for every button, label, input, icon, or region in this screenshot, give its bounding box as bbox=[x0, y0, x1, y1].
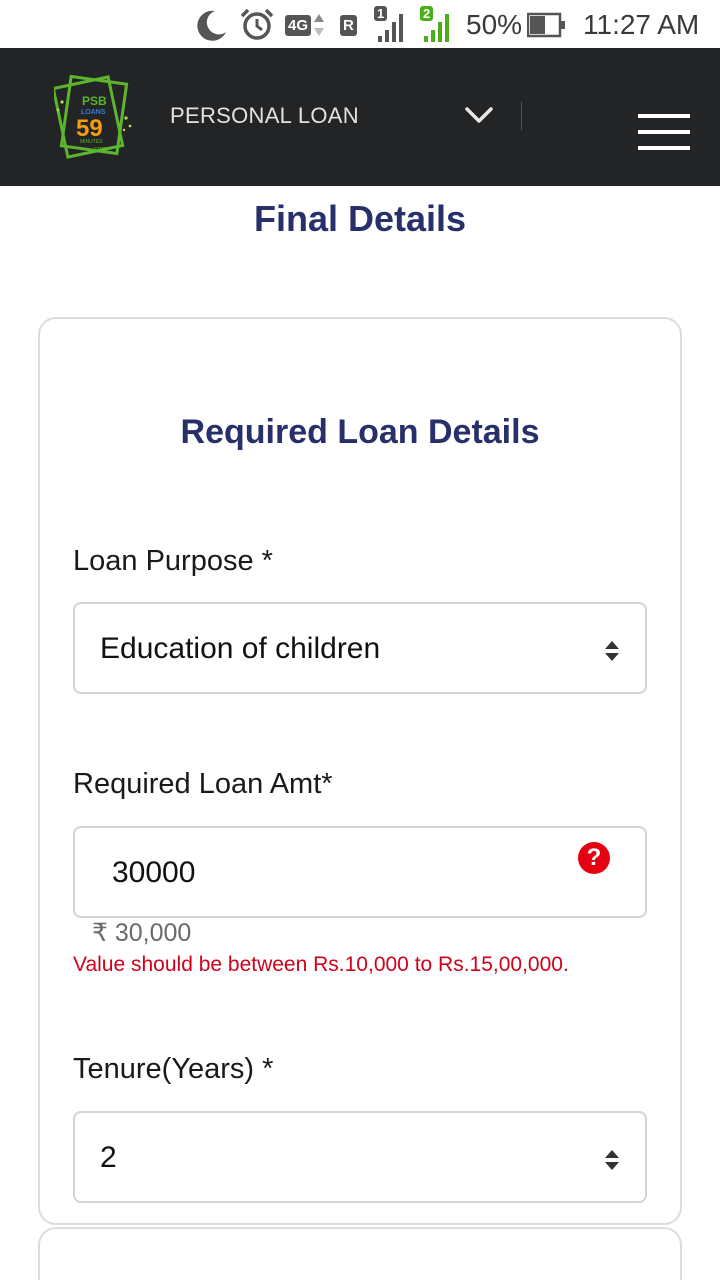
loan-amount-error: Value should be between Rs.10,000 to Rs.… bbox=[73, 953, 569, 976]
tenure-label: Tenure(Years) * bbox=[73, 1053, 274, 1085]
chevron-down-icon[interactable] bbox=[462, 102, 496, 128]
battery-percent: 50% bbox=[466, 9, 523, 40]
amount-formatted: ₹ 30,000 bbox=[92, 919, 192, 947]
loan-type-title[interactable]: PERSONAL LOAN bbox=[170, 103, 359, 129]
clock: 11:27 AM bbox=[583, 9, 700, 40]
loan-purpose-value: Education of children bbox=[100, 632, 381, 665]
psb-loans-logo[interactable]: PSB LOANS 59 MINUTES .com bbox=[51, 72, 132, 162]
tenure-value: 2 bbox=[100, 1141, 117, 1174]
network-type: 4G bbox=[285, 14, 312, 36]
loan-purpose-select[interactable]: Education of children bbox=[73, 602, 647, 694]
loan-amount-input[interactable]: 30000 bbox=[73, 826, 647, 918]
signal-sim2-icon: 2 bbox=[420, 6, 458, 42]
network-4g-icon: 4G bbox=[285, 8, 325, 42]
select-arrows-icon bbox=[605, 641, 619, 661]
page-title: Final Details bbox=[253, 198, 467, 239]
loan-amount-value: 30000 bbox=[112, 856, 196, 889]
header-divider bbox=[521, 102, 522, 130]
tenure-select[interactable]: 2 bbox=[73, 1111, 647, 1203]
select-arrows-icon bbox=[605, 1150, 619, 1170]
logo-com: .com bbox=[92, 146, 107, 153]
help-icon[interactable]: ? bbox=[578, 842, 610, 874]
logo-psb: PSB bbox=[82, 94, 107, 108]
loan-amount-label: Required Loan Amt* bbox=[73, 768, 333, 800]
next-section-card bbox=[38, 1227, 682, 1280]
battery-icon bbox=[527, 8, 567, 42]
roaming-icon: R bbox=[340, 8, 357, 42]
logo-minutes: MINUTES bbox=[80, 139, 103, 145]
loan-purpose-label: Loan Purpose * bbox=[73, 545, 273, 577]
hamburger-menu-icon[interactable] bbox=[638, 114, 692, 154]
app-header: PSB LOANS 59 MINUTES .com PERSONAL LOAN bbox=[0, 48, 720, 186]
moon-icon bbox=[193, 8, 229, 42]
logo-59: 59 bbox=[76, 115, 103, 142]
alarm-icon bbox=[239, 8, 275, 42]
section-title: Required Loan Details bbox=[180, 413, 540, 451]
signal-sim1-icon: 1 bbox=[374, 6, 412, 42]
status-bar: 4G R 1 2 50% 11:27 AM bbox=[0, 0, 720, 48]
roaming-badge: R bbox=[340, 14, 357, 36]
